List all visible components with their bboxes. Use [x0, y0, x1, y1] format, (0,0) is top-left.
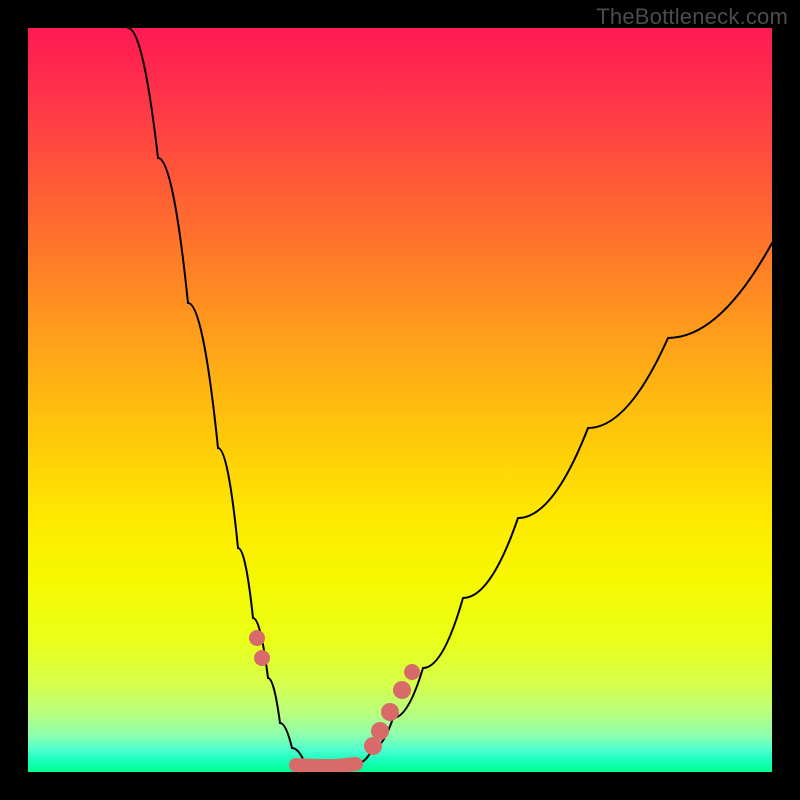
valley-highlight [296, 764, 356, 766]
marker-dot [249, 630, 265, 646]
marker-dot [371, 722, 389, 740]
watermark-text: TheBottleneck.com [596, 4, 788, 30]
plot-area [28, 28, 772, 772]
right-curve [358, 243, 772, 763]
marker-dot [393, 681, 411, 699]
chart-frame: TheBottleneck.com [0, 0, 800, 800]
marker-dot [381, 703, 399, 721]
marker-dot [254, 650, 270, 666]
curve-layer [28, 28, 772, 772]
marker-dot [404, 664, 420, 680]
left-curve [128, 28, 316, 765]
